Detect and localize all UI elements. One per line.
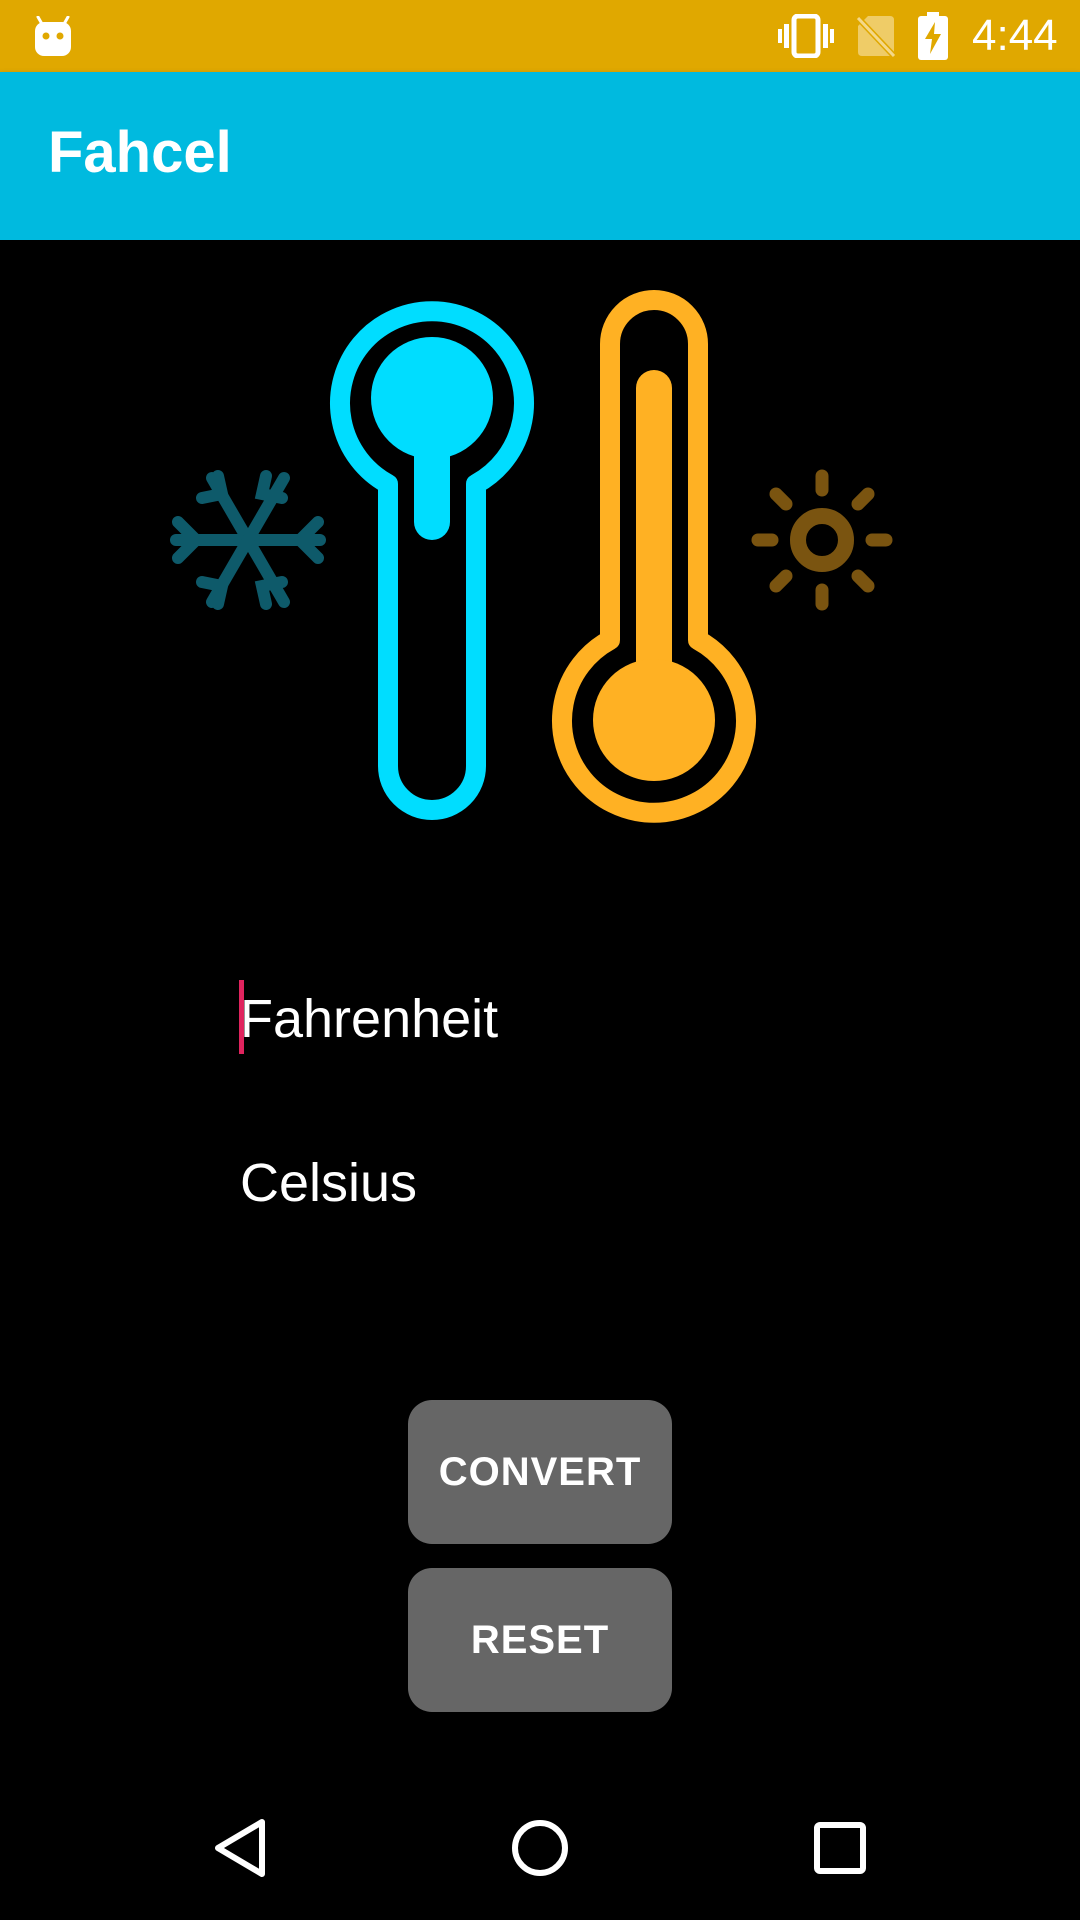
navigation-bar <box>0 1776 1080 1920</box>
fahrenheit-input[interactable] <box>240 974 860 1064</box>
app-bar: Fahcel <box>0 72 1080 240</box>
vibrate-icon <box>778 0 834 72</box>
battery-charging-icon <box>918 0 948 72</box>
thermometer-illustration <box>170 290 893 823</box>
snowflake-icon <box>170 470 326 610</box>
status-bar: 4:44 <box>0 0 1080 72</box>
hot-thermometer-icon <box>552 290 756 823</box>
status-clock: 4:44 <box>972 11 1058 60</box>
screen: 4:44 Fahcel Fahrenheit Celsius CONVERT R… <box>0 0 1080 1920</box>
android-icon <box>34 0 72 72</box>
back-icon[interactable] <box>192 1800 288 1896</box>
text-cursor <box>239 980 244 1054</box>
home-icon[interactable] <box>492 1800 588 1896</box>
reset-button[interactable]: RESET <box>408 1568 672 1712</box>
recents-icon[interactable] <box>792 1800 888 1896</box>
convert-button[interactable]: CONVERT <box>408 1400 672 1544</box>
celsius-input[interactable] <box>240 1138 860 1228</box>
app-title: Fahcel <box>48 120 232 185</box>
cold-thermometer-icon <box>330 301 534 820</box>
no-sim-icon <box>856 0 896 72</box>
sun-icon <box>751 469 893 611</box>
